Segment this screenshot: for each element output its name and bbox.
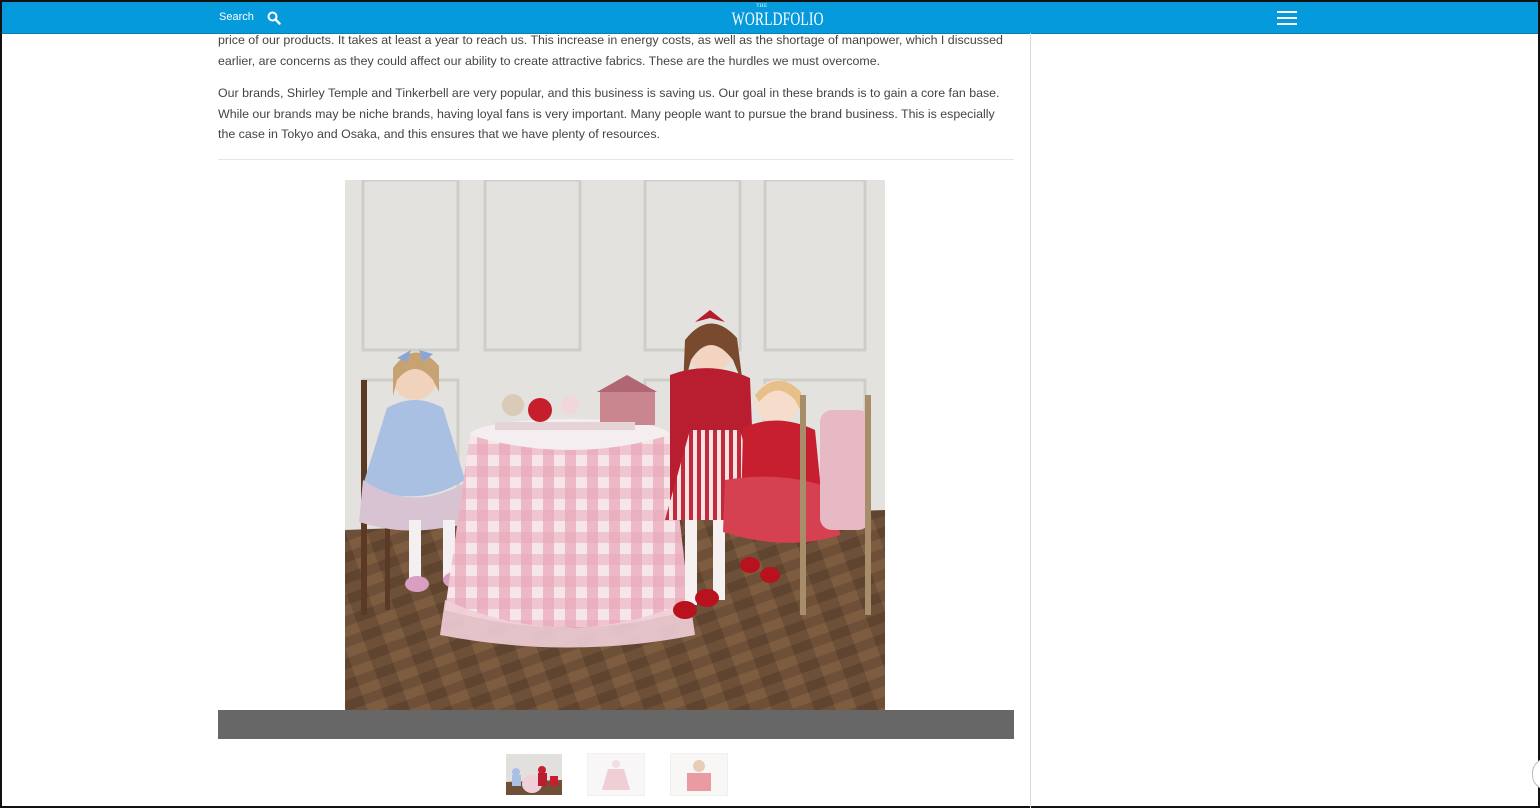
- gallery-thumbnail[interactable]: [587, 753, 645, 796]
- gallery-thumbnail[interactable]: [670, 753, 728, 796]
- gallery-thumbnail[interactable]: [506, 754, 562, 795]
- site-logo[interactable]: THE WORLDFOLIO: [720, 4, 824, 32]
- search-label[interactable]: Search: [219, 11, 254, 23]
- logo-wordmark: WORLDFOLIO: [731, 9, 824, 30]
- sidebar-divider: [1030, 33, 1031, 808]
- article-paragraph: price of our products. It takes at least…: [218, 33, 1003, 68]
- section-divider: [218, 159, 1014, 160]
- gallery-caption-bar: [218, 710, 1014, 739]
- hamburger-menu-icon[interactable]: [1277, 11, 1297, 27]
- search-icon[interactable]: [267, 11, 281, 25]
- scroll-to-top-handle[interactable]: [1532, 758, 1540, 790]
- article-paragraph: Our brands, Shirley Temple and Tinkerbel…: [218, 86, 1000, 142]
- gallery-main-image[interactable]: [345, 178, 885, 710]
